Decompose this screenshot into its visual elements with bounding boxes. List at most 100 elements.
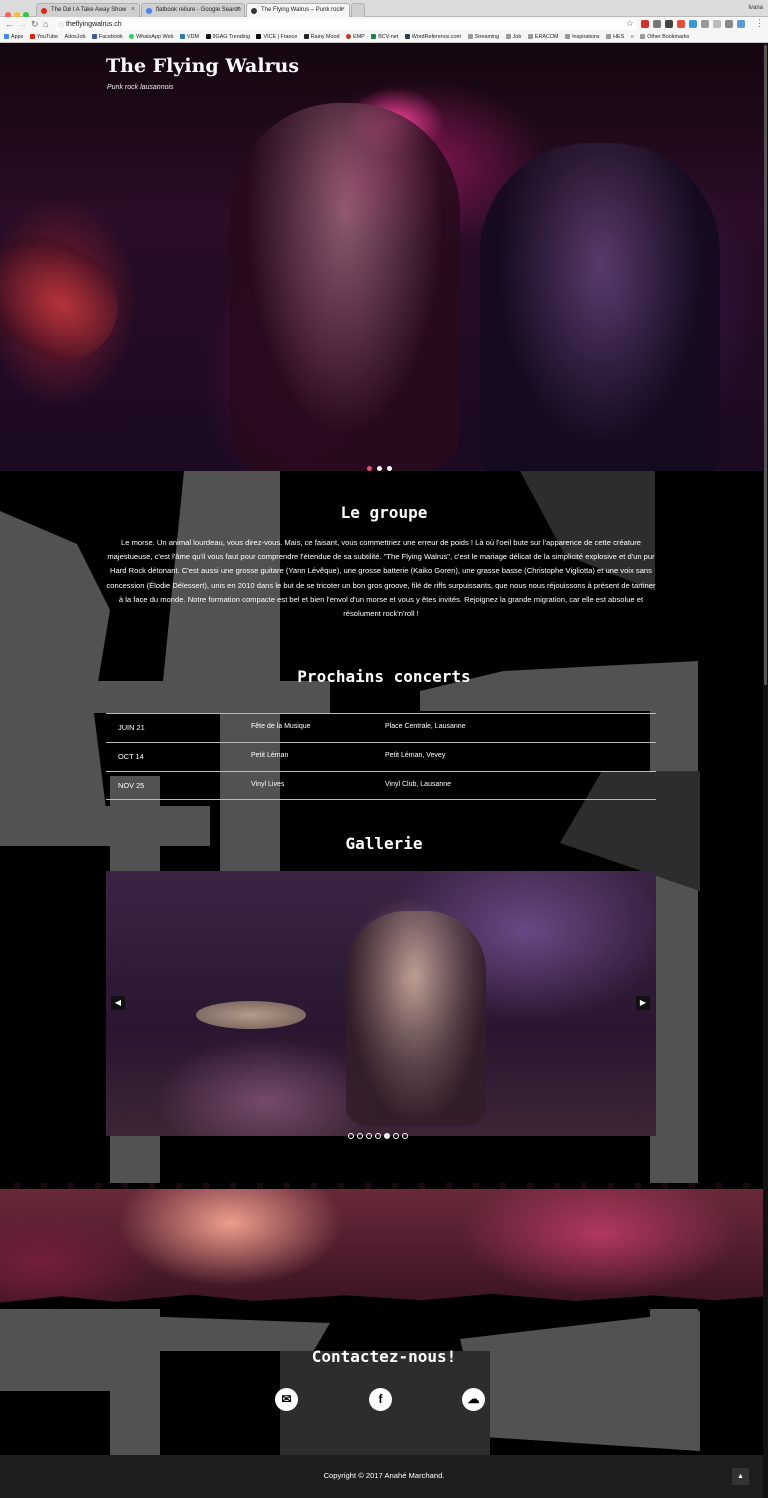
vice-icon — [256, 34, 262, 39]
home-icon[interactable]: ⌂ — [43, 19, 48, 29]
bookmark-bcv[interactable]: BCV-net — [371, 34, 398, 40]
youtube-icon — [41, 8, 47, 14]
bookmark-folder-inspirations[interactable]: Inspirations — [565, 34, 600, 40]
close-tab-icon[interactable]: × — [341, 6, 345, 13]
concert-event: Vinyl Lives — [251, 781, 285, 788]
bookmark-adosjob[interactable]: AdosJob — [64, 34, 85, 40]
scrollbar-thumb[interactable] — [764, 45, 767, 685]
whatsapp-icon — [129, 34, 135, 39]
back-to-top-button[interactable]: ▲ — [732, 1468, 749, 1485]
concert-row: OCT 14 Petit Léman Petit Léman, Vevey — [106, 742, 656, 771]
bookmark-9gag[interactable]: 9GAG Trending — [205, 34, 250, 40]
hero-slider — [0, 43, 768, 471]
address-bar-row: ← → ↻ ⌂ ⓘ theflyingwalrus.ch ☆ ⋮ — [0, 17, 768, 32]
extension-icon[interactable] — [725, 20, 733, 28]
profile-name[interactable]: Ivana — [748, 5, 763, 11]
star-bookmark-icon[interactable]: ☆ — [626, 18, 634, 29]
concert-date: NOV 25 — [118, 781, 145, 790]
concert-venue: Vinyl Club, Lausanne — [385, 781, 452, 788]
new-tab-button[interactable] — [351, 3, 365, 17]
bookmark-vice[interactable]: VICE | France — [256, 34, 297, 40]
bookmark-rainy-mood[interactable]: Rainy Mood — [303, 34, 340, 40]
gallery-photo-cymbal — [196, 1001, 306, 1029]
gallery-slide-dot[interactable] — [366, 1133, 372, 1139]
chevron-left-icon: ◀ — [114, 998, 122, 1007]
concert-date: JUIN 21 — [118, 723, 145, 732]
bookmark-emp[interactable]: EMP — [346, 34, 365, 40]
folder-icon — [527, 34, 533, 39]
extension-icon[interactable] — [701, 20, 709, 28]
menu-icon[interactable]: ⋮ — [755, 18, 764, 29]
site-title[interactable]: The Flying Walrus — [106, 55, 299, 77]
rainy-mood-icon — [303, 34, 309, 39]
concert-row: JUIN 21 Fête de la Musique Place Central… — [106, 713, 656, 742]
gallery-pagination — [348, 1126, 411, 1144]
url-text: theflyingwalrus.ch — [66, 21, 122, 28]
browser-tab-bar: The Dø I A Take Away Show × flatbook rel… — [0, 0, 768, 18]
bookmark-vdm[interactable]: VDM — [180, 34, 199, 40]
bookmark-folder-hes[interactable]: HES — [606, 34, 624, 40]
google-icon — [146, 8, 152, 14]
extension-icon[interactable] — [689, 20, 697, 28]
gallery-slider — [106, 871, 656, 1136]
copyright-text: Copyright © 2017 Anahé Marchand. — [323, 1471, 445, 1480]
browser-tab[interactable]: The Dø I A Take Away Show × — [36, 3, 140, 17]
bookmark-folder-eracom[interactable]: ERACOM — [527, 34, 559, 40]
bookmark-whatsapp[interactable]: WhatsApp Web — [129, 34, 174, 40]
page-scrollbar[interactable] — [763, 43, 768, 1498]
bookmarks-bar: Apps YouTube AdosJob Facebook WhatsApp W… — [0, 32, 768, 43]
gallery-slide-dot[interactable] — [375, 1133, 381, 1139]
browser-tab[interactable]: flatbook reliure - Google Search × — [141, 3, 245, 17]
gallery-next-button[interactable]: ▶ — [636, 996, 650, 1010]
extension-icon[interactable] — [653, 20, 661, 28]
url-input[interactable]: ⓘ theflyingwalrus.ch — [56, 19, 636, 30]
concerts-table: JUIN 21 Fête de la Musique Place Central… — [106, 713, 656, 800]
hero-photo-guitarist — [480, 143, 720, 471]
emp-icon — [346, 34, 351, 39]
gallery-prev-button[interactable]: ◀ — [111, 996, 125, 1010]
extension-icon[interactable] — [737, 20, 745, 28]
extension-icon[interactable] — [641, 20, 649, 28]
chevron-up-icon: ▲ — [737, 1473, 744, 1480]
concert-date: OCT 14 — [118, 752, 144, 761]
close-tab-icon[interactable]: × — [131, 6, 135, 13]
bookmark-folder-streaming[interactable]: Streaming — [467, 34, 499, 40]
back-arrow-icon[interactable]: ← — [5, 19, 14, 29]
bcv-icon — [371, 34, 377, 39]
extension-icon[interactable] — [665, 20, 673, 28]
info-icon[interactable]: ⓘ — [58, 21, 64, 30]
close-tab-icon[interactable]: × — [236, 6, 240, 13]
gallery-slide-dot[interactable] — [357, 1133, 363, 1139]
bookmark-wordreference[interactable]: WordReference.com — [404, 34, 461, 40]
gallery-slide-dot[interactable] — [393, 1133, 399, 1139]
bookmark-apps[interactable]: Apps — [4, 34, 23, 40]
contact-soundcloud-link[interactable]: ☁ — [462, 1388, 485, 1411]
about-heading: Le groupe — [340, 503, 428, 522]
bookmark-facebook[interactable]: Facebook — [91, 34, 123, 40]
concert-row: NOV 25 Vinyl Lives Vinyl Club, Lausanne — [106, 771, 656, 800]
chevron-right-icon: ▶ — [639, 998, 647, 1007]
bookmarks-overflow-button[interactable]: » — [631, 34, 634, 40]
facebook-icon — [91, 34, 97, 39]
contact-email-link[interactable]: ✉ — [275, 1388, 298, 1411]
gallery-slide-dot[interactable] — [384, 1133, 390, 1139]
about-text: Le morse. Un animal lourdeau, vous direz… — [106, 538, 656, 619]
extension-icon[interactable] — [713, 20, 721, 28]
concert-event: Petit Léman — [251, 752, 289, 759]
bookmark-folder-job[interactable]: Job — [505, 34, 521, 40]
folder-icon — [606, 34, 612, 39]
site-favicon-icon — [251, 8, 257, 14]
youtube-icon — [29, 34, 35, 39]
concert-event: Fête de la Musique — [251, 723, 311, 730]
gallery-slide-dot[interactable] — [348, 1133, 354, 1139]
reload-icon[interactable]: ↻ — [31, 19, 39, 30]
gallery-slide-dot[interactable] — [402, 1133, 408, 1139]
band-photo-banner — [0, 1183, 768, 1309]
bookmark-youtube[interactable]: YouTube — [29, 34, 58, 40]
folder-icon — [640, 34, 646, 39]
forward-arrow-icon[interactable]: → — [18, 19, 27, 29]
browser-tab-active[interactable]: The Flying Walrus – Punk rock × — [246, 3, 350, 17]
contact-facebook-link[interactable]: f — [369, 1388, 392, 1411]
extension-icon[interactable] — [677, 20, 685, 28]
other-bookmarks-folder[interactable]: Other Bookmarks — [640, 34, 689, 40]
